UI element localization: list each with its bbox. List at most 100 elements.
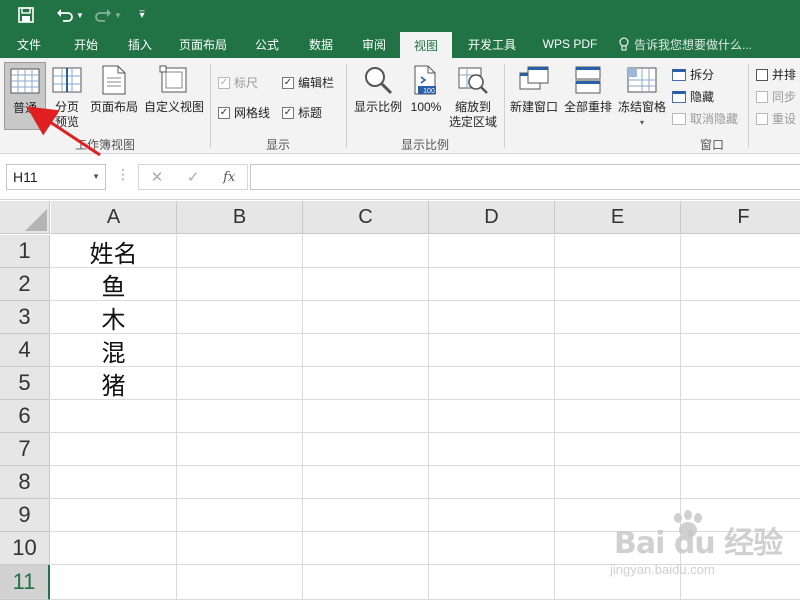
grid-cell[interactable] [555, 466, 681, 499]
normal-view-button[interactable]: 普通 [4, 62, 46, 130]
arrange-all-button[interactable]: 全部重排 [562, 62, 614, 115]
grid-cell[interactable] [429, 499, 555, 532]
grid-cell[interactable] [555, 334, 681, 367]
customize-quick-access-icon[interactable]: ▾̅ [128, 0, 156, 30]
grid-cell[interactable] [555, 433, 681, 466]
zoom-button[interactable]: 显示比例 [352, 62, 404, 115]
grid-cell[interactable] [51, 565, 177, 600]
synchronous-scrolling-button[interactable]: 同步 [756, 88, 796, 105]
grid-cell[interactable] [681, 433, 800, 466]
tab-home[interactable]: 开始 [58, 30, 114, 58]
reset-window-position-button[interactable]: 重设 [756, 110, 796, 127]
formula-input[interactable] [250, 164, 800, 190]
grid-cell[interactable] [303, 334, 429, 367]
grid-cell[interactable] [303, 367, 429, 400]
tab-wps-pdf[interactable]: WPS PDF [532, 30, 608, 58]
name-box[interactable]: H11 ▼ [6, 164, 106, 190]
row-header[interactable]: 3 [0, 301, 50, 334]
chevron-down-icon[interactable]: ▼ [92, 165, 100, 189]
grid-cell[interactable] [681, 235, 800, 268]
grid-cell[interactable] [429, 367, 555, 400]
grid-cell[interactable] [177, 433, 303, 466]
cell-a1[interactable]: 姓名 [51, 235, 177, 268]
grid-cell[interactable] [177, 334, 303, 367]
grid-cell[interactable] [681, 400, 800, 433]
hide-button[interactable]: 隐藏 [672, 88, 714, 105]
gridlines-checkbox[interactable]: ✓ 网格线 [218, 104, 270, 121]
grid-cell[interactable] [429, 334, 555, 367]
grid-cell[interactable] [429, 565, 555, 600]
grid-cell[interactable] [177, 301, 303, 334]
grid-cell[interactable] [555, 367, 681, 400]
grid-cell[interactable] [429, 268, 555, 301]
grid-cell[interactable] [429, 466, 555, 499]
row-header[interactable]: 8 [0, 466, 50, 499]
tab-data[interactable]: 数据 [294, 30, 348, 58]
grid-cell[interactable] [681, 301, 800, 334]
undo-dropdown-icon[interactable]: ▼ [76, 11, 84, 20]
custom-views-button[interactable]: 自定义视图 [142, 62, 206, 115]
tab-review[interactable]: 审阅 [348, 30, 400, 58]
grid-cell[interactable] [177, 367, 303, 400]
split-button[interactable]: 拆分 [672, 66, 714, 83]
cell-a5[interactable]: 猪 [51, 367, 177, 400]
grid-cell[interactable] [303, 532, 429, 565]
grid-cell[interactable] [51, 400, 177, 433]
headings-checkbox[interactable]: ✓ 标题 [282, 104, 322, 121]
row-header[interactable]: 5 [0, 367, 50, 400]
grid-cell[interactable] [555, 301, 681, 334]
cell-a4[interactable]: 混 [51, 334, 177, 367]
grid-cell[interactable] [429, 235, 555, 268]
ruler-checkbox[interactable]: ✓ 标尺 [218, 74, 258, 91]
tab-file[interactable]: 文件 [0, 30, 58, 58]
enter-check-icon[interactable]: ✓ [187, 168, 200, 186]
tab-page-layout[interactable]: 页面布局 [166, 30, 240, 58]
tell-me-search[interactable]: 告诉我您想要做什么... [618, 30, 752, 58]
select-all-corner[interactable] [0, 201, 50, 234]
row-header[interactable]: 1 [0, 235, 50, 268]
insert-function-icon[interactable]: fx [223, 170, 235, 185]
row-header[interactable]: 4 [0, 334, 50, 367]
page-break-preview-button[interactable]: 分页 预览 [48, 62, 86, 130]
column-header-e[interactable]: E [555, 201, 681, 234]
page-layout-view-button[interactable]: 页面布局 [88, 62, 140, 115]
grid-cell[interactable] [429, 532, 555, 565]
column-header-b[interactable]: B [177, 201, 303, 234]
tab-formulas[interactable]: 公式 [240, 30, 294, 58]
row-header[interactable]: 2 [0, 268, 50, 301]
grid-cell[interactable] [555, 235, 681, 268]
grid-cell[interactable] [51, 499, 177, 532]
cell-a3[interactable]: 木 [51, 301, 177, 334]
save-button[interactable] [0, 0, 52, 30]
grid-cell[interactable] [303, 301, 429, 334]
tab-insert[interactable]: 插入 [114, 30, 166, 58]
formula-bar-checkbox[interactable]: ✓ 编辑栏 [282, 74, 334, 91]
column-header-d[interactable]: D [429, 201, 555, 234]
new-window-button[interactable]: 新建窗口 [508, 62, 560, 115]
row-header-active[interactable]: 11 [0, 565, 50, 600]
grid-cell[interactable] [303, 433, 429, 466]
row-header[interactable]: 10 [0, 532, 50, 565]
grid-cell[interactable] [303, 466, 429, 499]
undo-button[interactable]: ▼ [52, 0, 88, 30]
tab-developer[interactable]: 开发工具 [452, 30, 532, 58]
grid-cell[interactable] [681, 334, 800, 367]
grid-cell[interactable] [51, 466, 177, 499]
grid-cell[interactable] [177, 499, 303, 532]
row-header[interactable]: 7 [0, 433, 50, 466]
redo-button[interactable]: ▼ [88, 0, 128, 30]
grid-cell[interactable] [303, 235, 429, 268]
grid-cell[interactable] [303, 565, 429, 600]
cancel-icon[interactable]: ✕ [151, 168, 164, 186]
grid-cell[interactable] [177, 565, 303, 600]
column-header-a[interactable]: A [51, 201, 177, 234]
grid-cell[interactable] [429, 400, 555, 433]
grid-cell[interactable] [681, 268, 800, 301]
grid-cell[interactable] [51, 532, 177, 565]
grid-cell[interactable] [303, 400, 429, 433]
grid-cell[interactable] [555, 268, 681, 301]
column-header-c[interactable]: C [303, 201, 429, 234]
cell-a2[interactable]: 鱼 [51, 268, 177, 301]
column-header-f[interactable]: F [681, 201, 800, 234]
view-side-by-side-button[interactable]: 并排 [756, 66, 796, 83]
